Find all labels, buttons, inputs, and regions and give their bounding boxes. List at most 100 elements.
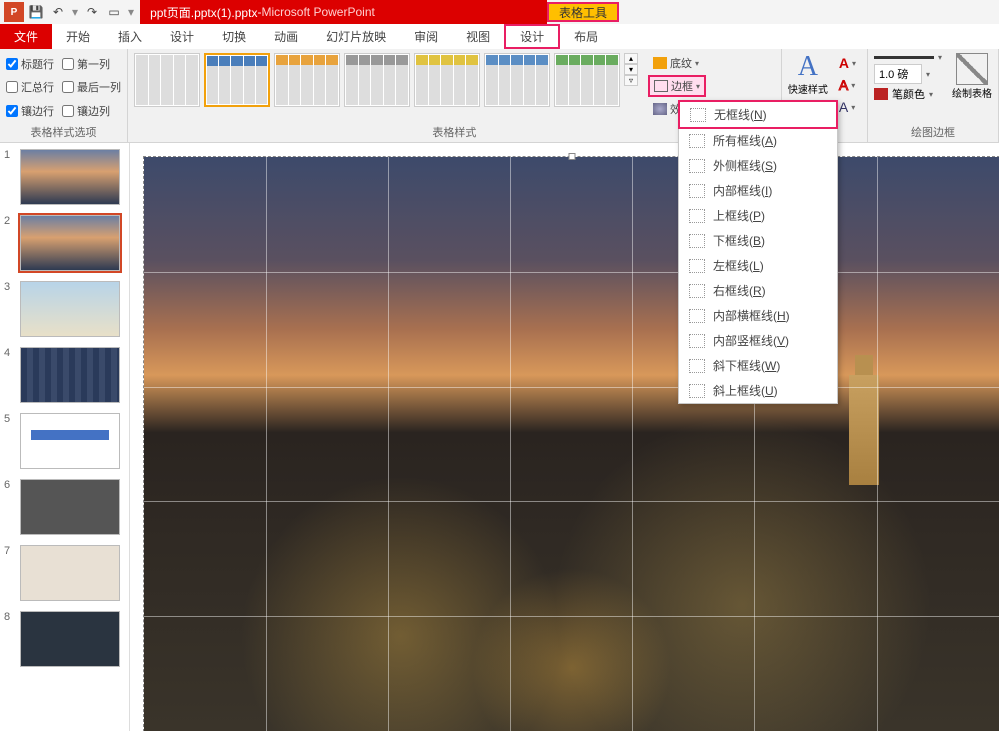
border-preview-icon [689,234,705,248]
tab-design-main[interactable]: 设计 [156,24,208,49]
border-preview-icon [689,334,705,348]
bucket-icon [653,57,667,69]
ribbon: 标题行 第一列 汇总行 最后一列 镶边行 镶边列 表格样式选项 ▴ ▾ ▿ 底纹… [0,49,999,143]
window-title: ppt页面.pptx(1).pptx - Microsoft PowerPoin… [140,0,547,24]
tab-table-design[interactable]: 设计 [504,24,560,49]
check-last-col[interactable]: 最后一列 [62,77,121,99]
contextual-tab-table-tools: 表格工具 [547,2,619,22]
app-name: Microsoft PowerPoint [261,5,374,19]
undo-icon[interactable]: ↶ [48,2,68,22]
table-style-3[interactable] [344,53,410,107]
tab-view[interactable]: 视图 [452,24,504,49]
slide-thumbnail-5[interactable] [20,413,120,469]
table-style-4[interactable] [414,53,480,107]
current-slide[interactable] [144,157,999,731]
table-object[interactable] [144,157,999,731]
border-preview-icon [689,134,705,148]
border-option-p[interactable]: 上框线(P) [679,203,837,228]
tab-insert[interactable]: 插入 [104,24,156,49]
table-style-2[interactable] [274,53,340,107]
check-banded-row[interactable]: 镶边行 [6,100,54,122]
border-preview-icon [689,309,705,323]
pen-color-dropdown[interactable]: 笔颜色▾ [874,86,942,102]
text-effects-icon: A [839,99,848,115]
group-label-draw-borders: 绘图边框 [874,122,992,140]
pen-weight-dropdown[interactable]: 1.0 磅▾ [874,64,942,84]
tab-slideshow[interactable]: 幻灯片放映 [312,24,400,49]
table-style-0[interactable] [134,53,200,107]
tab-home[interactable]: 开始 [52,24,104,49]
slide-thumbnail-7[interactable] [20,545,120,601]
border-preview-icon [689,209,705,223]
style-scroll-down-button[interactable]: ▾ [624,64,638,75]
filename: ppt页面.pptx(1).pptx [150,4,257,21]
draw-table-icon[interactable] [956,53,988,85]
ribbon-tabs: 文件 开始 插入 设计 切换 动画 幻灯片放映 审阅 视图 设计 布局 [0,24,999,49]
border-preview-icon [689,284,705,298]
border-option-n[interactable]: 无框线(N) [678,100,838,129]
group-draw-borders: ▾ 1.0 磅▾ 笔颜色▾ 绘制表格 绘图边框 [868,49,999,142]
tab-animations[interactable]: 动画 [260,24,312,49]
effects-icon [653,103,667,115]
tab-file[interactable]: 文件 [0,24,52,49]
start-from-beginning-icon[interactable]: ▭ [104,2,124,22]
thumb-number: 1 [4,149,16,205]
quick-access-toolbar: P 💾 ↶ ▾ ↷ ▭ ▾ [0,2,140,22]
pen-style-sample [874,56,934,59]
check-first-col[interactable]: 第一列 [62,53,121,75]
border-option-s[interactable]: 外侧框线(S) [679,153,837,178]
slide-canvas[interactable] [130,143,999,731]
border-option-u[interactable]: 斜上框线(U) [679,378,837,403]
border-preview-icon [689,184,705,198]
border-option-i[interactable]: 内部框线(I) [679,178,837,203]
border-option-h[interactable]: 内部横框线(H) [679,303,837,328]
border-option-a[interactable]: 所有框线(A) [679,128,837,153]
style-scroll-up-button[interactable]: ▴ [624,53,638,64]
style-more-button[interactable]: ▿ [624,75,638,86]
slide-thumbnail-panel[interactable]: 12345678 [0,143,130,731]
slide-thumbnail-1[interactable] [20,149,120,205]
thumb-number: 8 [4,611,16,667]
text-fill-icon: A [839,55,849,71]
style-gallery-nav: ▴ ▾ ▿ [624,53,638,86]
thumb-number: 6 [4,479,16,535]
slide-thumbnail-6[interactable] [20,479,120,535]
tab-review[interactable]: 审阅 [400,24,452,49]
slide-thumbnail-3[interactable] [20,281,120,337]
app-icon: P [4,2,24,22]
shading-button[interactable]: 底纹▾ [648,53,706,73]
table-style-1[interactable] [204,53,270,107]
tab-transitions[interactable]: 切换 [208,24,260,49]
border-preview-icon [689,159,705,173]
border-option-w[interactable]: 斜下框线(W) [679,353,837,378]
pen-style-dropdown[interactable]: ▾ [874,53,942,62]
border-preview-icon [689,384,705,398]
table-style-5[interactable] [484,53,550,107]
check-header-row[interactable]: 标题行 [6,53,54,75]
text-fill-button[interactable]: A▾ [834,53,861,73]
border-option-b[interactable]: 下框线(B) [679,228,837,253]
table-style-6[interactable] [554,53,620,107]
slide-thumbnail-8[interactable] [20,611,120,667]
title-bar: P 💾 ↶ ▾ ↷ ▭ ▾ ppt页面.pptx(1).pptx - Micro… [0,0,999,24]
save-icon[interactable]: 💾 [26,2,46,22]
border-option-v[interactable]: 内部竖框线(V) [679,328,837,353]
text-outline-button[interactable]: A▾ [834,75,861,95]
tab-table-layout[interactable]: 布局 [560,24,612,49]
quick-styles-icon[interactable]: A [798,53,818,81]
qat-more-icon[interactable]: ▾ [126,5,136,19]
border-option-r[interactable]: 右框线(R) [679,278,837,303]
border-option-l[interactable]: 左框线(L) [679,253,837,278]
qat-dropdown-icon[interactable]: ▾ [70,5,80,19]
pen-color-icon [874,88,888,100]
borders-button[interactable]: 边框▾ [648,75,706,97]
borders-dropdown-menu: 无框线(N)所有框线(A)外侧框线(S)内部框线(I)上框线(P)下框线(B)左… [678,100,838,404]
redo-icon[interactable]: ↷ [82,2,102,22]
resize-handle-top[interactable] [568,153,575,160]
slide-thumbnail-2[interactable] [20,215,120,271]
check-total-row[interactable]: 汇总行 [6,77,54,99]
check-banded-col[interactable]: 镶边列 [62,100,121,122]
slide-thumbnail-4[interactable] [20,347,120,403]
group-table-style-options: 标题行 第一列 汇总行 最后一列 镶边行 镶边列 表格样式选项 [0,49,128,142]
table-style-gallery [134,53,620,107]
